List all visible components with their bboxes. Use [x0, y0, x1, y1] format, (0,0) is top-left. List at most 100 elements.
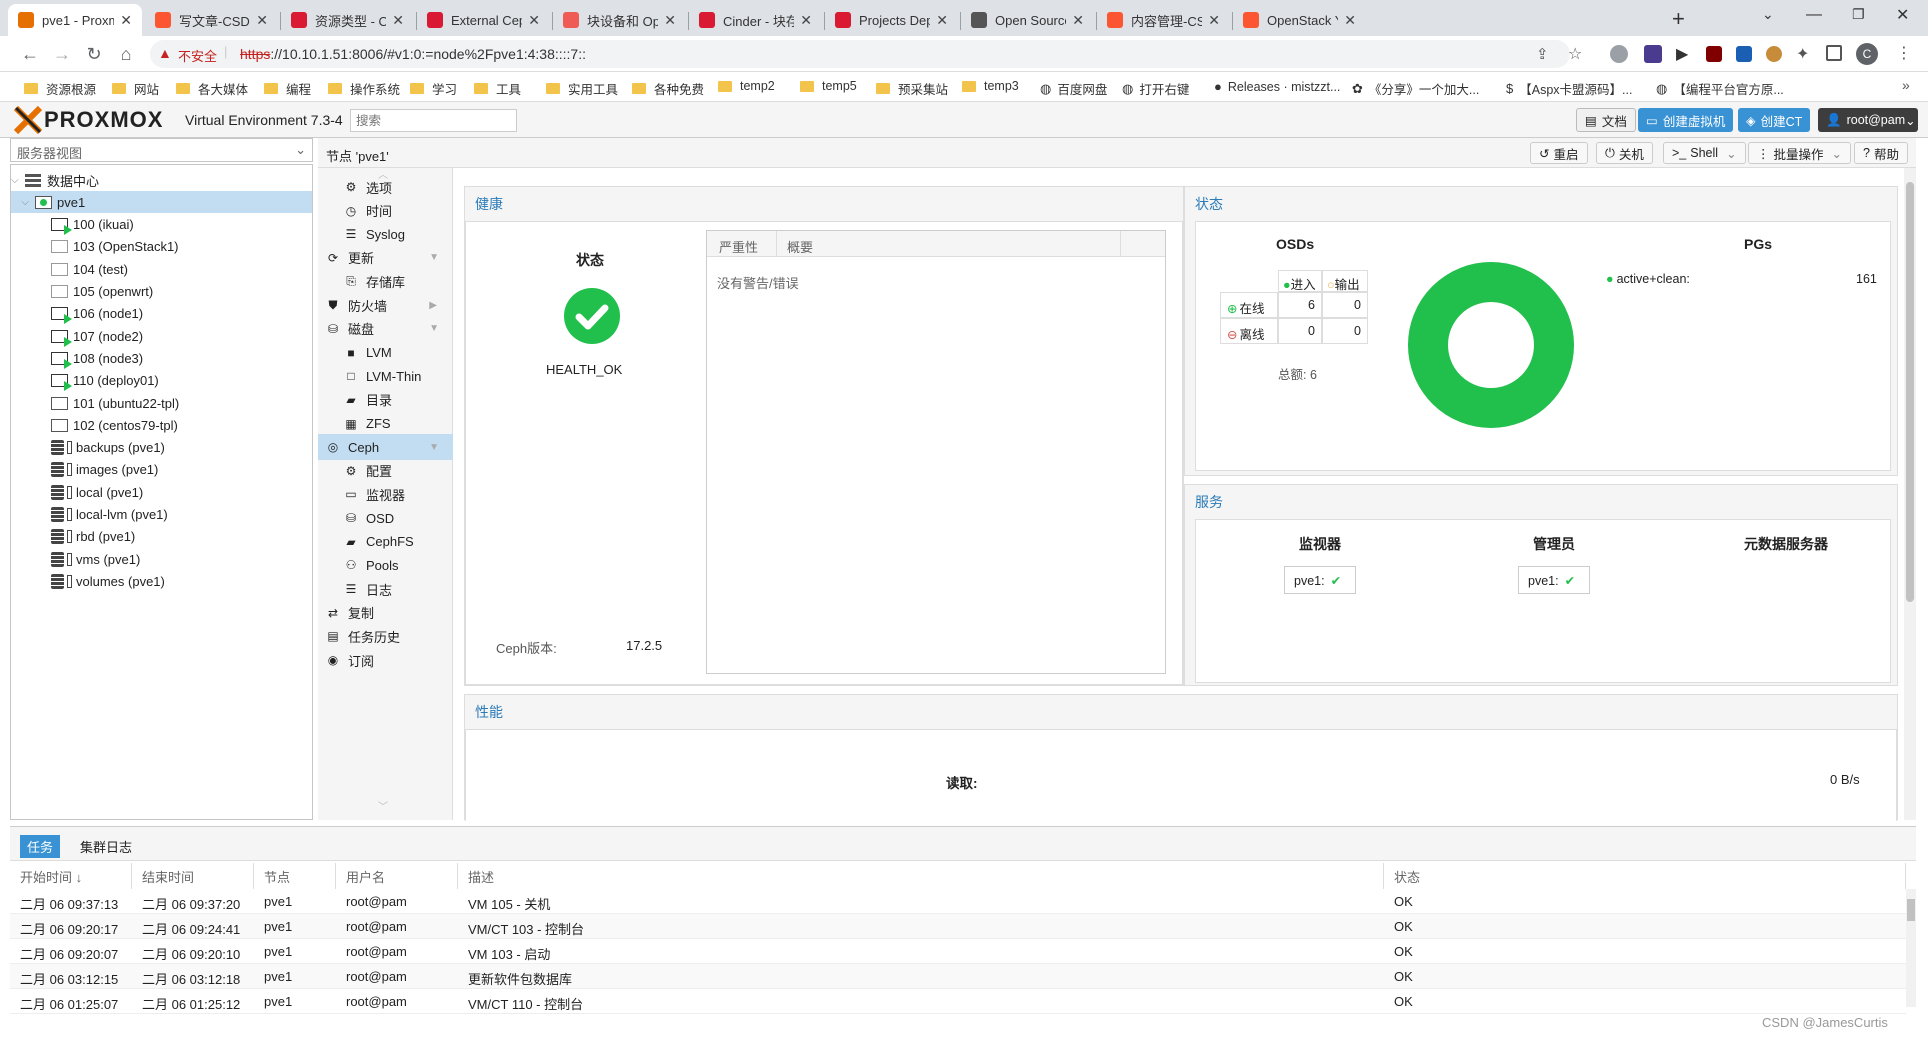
tab-tasks[interactable]: 任务 [20, 835, 61, 858]
bookmark-item[interactable]: temp3 [962, 79, 1019, 93]
task-row[interactable]: 二月 06 09:20:17 二月 06 09:24:41 pve1 root@pam… [10, 914, 1906, 939]
share-icon[interactable]: ⇪ [1536, 45, 1549, 63]
bookmark-item[interactable]: 网站 [112, 79, 159, 98]
tab-close-icon[interactable]: ✕ [800, 12, 812, 29]
bookmark-item[interactable]: ◍ 打开右键 [1122, 79, 1189, 98]
bookmark-item[interactable]: 各大媒体 [176, 79, 248, 98]
bookmark-item[interactable]: 工具 [474, 79, 521, 98]
menu-item[interactable]: ▭ 监视器 [318, 481, 453, 507]
tab-close-icon[interactable]: ✕ [1344, 12, 1356, 29]
browser-tab[interactable]: OpenStack Yoga ✕ [1233, 4, 1366, 36]
task-column-header[interactable]: 结束时间 [132, 863, 254, 889]
browser-tab[interactable]: 资源类型 - OpenS ✕ [281, 4, 414, 36]
tree-item[interactable]: local-lvm (pve1) [11, 504, 312, 526]
tree-item[interactable]: 107 (node2) [11, 325, 312, 347]
service-instance-badge[interactable]: pve1: ✔ [1518, 566, 1590, 594]
bookmark-item[interactable]: temp5 [800, 79, 857, 93]
task-row[interactable]: 二月 06 09:37:13 二月 06 09:37:20 pve1 root@pam… [10, 889, 1906, 914]
bulk-actions-button[interactable]: ⋮ 批量操作 ⌄ [1748, 142, 1851, 164]
browser-tab[interactable]: Open Source Clo ✕ [961, 4, 1094, 36]
menu-item[interactable]: ■ LVM [318, 340, 453, 366]
task-column-header[interactable]: 节点 [254, 863, 336, 889]
menu-item[interactable]: ▰ 目录 [318, 387, 453, 413]
browser-tab[interactable]: pve1 - Proxmox V ✕ [8, 4, 142, 36]
tree-item[interactable]: 104 (test) [11, 258, 312, 280]
play-extension-icon[interactable]: ▶ [1676, 44, 1688, 64]
tab-search-icon[interactable]: ⌄ [1762, 6, 1774, 23]
bookmark-item[interactable]: ◍ 百度网盘 [1040, 79, 1107, 98]
tab-cluster-log[interactable]: 集群日志 [80, 837, 132, 856]
reboot-button[interactable]: ↺ 重启 [1530, 142, 1588, 164]
menu-item[interactable]: ⚙ 配置 [318, 458, 453, 484]
tree-item[interactable]: 101 (ubuntu22-tpl) [11, 392, 312, 414]
browser-tab[interactable]: External Ceph — ✕ [417, 4, 550, 36]
tab-close-icon[interactable]: ✕ [664, 12, 676, 29]
create-vm-button[interactable]: ▭ 创建虚拟机 [1638, 108, 1734, 132]
task-column-header[interactable]: 描述 [458, 863, 1384, 889]
browser-tab[interactable]: 块设备和 OpenSt ✕ [553, 4, 686, 36]
col-summary[interactable]: 概要 [777, 231, 1121, 257]
ublock-icon[interactable] [1706, 46, 1722, 62]
home-icon[interactable]: ⌂ [114, 42, 138, 66]
menu-item[interactable]: ☰ Syslog [318, 221, 453, 247]
collapse-arrow-icon[interactable]: ▼ [429, 252, 439, 263]
tree-item[interactable]: 103 (OpenStack1) [11, 236, 312, 258]
menu-item[interactable]: ⛁ 磁盘 ▼ [318, 316, 453, 342]
task-scrollbar[interactable] [1906, 889, 1916, 1007]
bookmark-item[interactable]: $ 【Aspx卡盟源码】... [1506, 79, 1632, 98]
close-window-icon[interactable]: ✕ [1896, 5, 1909, 25]
extensions-puzzle-icon[interactable]: ✦ [1796, 44, 1809, 64]
bookmark-item[interactable]: ◍ 【编程平台官方原... [1656, 79, 1784, 98]
collapse-arrow-icon[interactable]: ▼ [429, 442, 439, 453]
tab-close-icon[interactable]: ✕ [936, 12, 948, 29]
tab-close-icon[interactable]: ✕ [1208, 12, 1220, 29]
help-button[interactable]: ? 帮助 [1854, 142, 1908, 164]
main-scrollbar-thumb[interactable] [1906, 182, 1914, 602]
bookmark-item[interactable]: 编程 [264, 79, 311, 98]
browser-tab[interactable]: 写文章-CSDN创作 ✕ [145, 4, 278, 36]
menu-item[interactable]: □ LVM-Thin [318, 363, 453, 389]
expand-arrow-icon[interactable]: ⌵ [11, 197, 31, 208]
profile-avatar[interactable]: C [1856, 43, 1878, 65]
tree-item[interactable]: ⌵ pve1 [11, 191, 312, 214]
task-row[interactable]: 二月 06 03:12:15 二月 06 03:12:18 pve1 root@pam… [10, 964, 1906, 989]
browser-menu-icon[interactable]: ⋮ [1896, 43, 1912, 63]
browser-tab[interactable]: Projects Deploy ✕ [825, 4, 958, 36]
cookie-icon[interactable] [1766, 46, 1782, 62]
service-instance-badge[interactable]: pve1: ✔ [1284, 566, 1356, 594]
shell-button[interactable]: >_ Shell ⌄ [1663, 142, 1746, 164]
bookmark-item[interactable]: 学习 [410, 79, 457, 98]
menu-item[interactable]: ◉ 订阅 [318, 647, 453, 673]
menu-item[interactable]: ⟳ 更新 ▼ [318, 245, 453, 271]
menu-item[interactable]: ◷ 时间 [318, 198, 453, 224]
tree-item[interactable]: ⌵ 数据中心 [11, 169, 312, 191]
bookmark-item[interactable]: 操作系统 [328, 79, 400, 98]
tree-item[interactable]: local (pve1) [11, 481, 312, 503]
col-severity[interactable]: 严重性 [707, 231, 777, 257]
tree-item[interactable]: rbd (pve1) [11, 526, 312, 548]
bookmark-item[interactable]: 各种免费 [632, 79, 704, 98]
task-column-header[interactable]: 状态 [1384, 863, 1906, 889]
new-tab-button[interactable]: + [1672, 6, 1685, 32]
bookmark-star-icon[interactable]: ☆ [1568, 44, 1582, 64]
shutdown-button[interactable]: ⏻ 关机 [1596, 142, 1653, 164]
address-bar[interactable]: ▲ 不安全 | https://10.10.1.51:8006/#v1:0:=n… [150, 40, 1582, 68]
main-scrollbar[interactable] [1904, 168, 1916, 820]
tab-close-icon[interactable]: ✕ [392, 12, 404, 29]
more-bookmarks-icon[interactable]: » [1902, 77, 1910, 93]
back-icon[interactable]: ← [18, 42, 42, 66]
tree-item[interactable]: volumes (pve1) [11, 570, 312, 592]
expand-arrow-icon[interactable]: ▶ [429, 300, 437, 311]
menu-item[interactable]: ☰ 日志 [318, 576, 453, 602]
collapse-arrow-icon[interactable]: ▼ [429, 323, 439, 334]
browser-tab[interactable]: Cinder - 块存储 – ✕ [689, 4, 822, 36]
tree-item[interactable]: 102 (centos79-tpl) [11, 414, 312, 436]
tab-close-icon[interactable]: ✕ [120, 12, 132, 29]
forward-icon[interactable]: → [50, 42, 74, 66]
bookmark-item[interactable]: 资源根源 [24, 79, 96, 98]
task-column-header[interactable]: 用户名 [336, 863, 458, 889]
scroll-down-icon[interactable]: ﹀ [378, 798, 388, 813]
user-menu-button[interactable]: 👤 root@pam ⌄ [1818, 108, 1918, 132]
tree-item[interactable]: 108 (node3) [11, 347, 312, 369]
tree-item[interactable]: backups (pve1) [11, 437, 312, 459]
